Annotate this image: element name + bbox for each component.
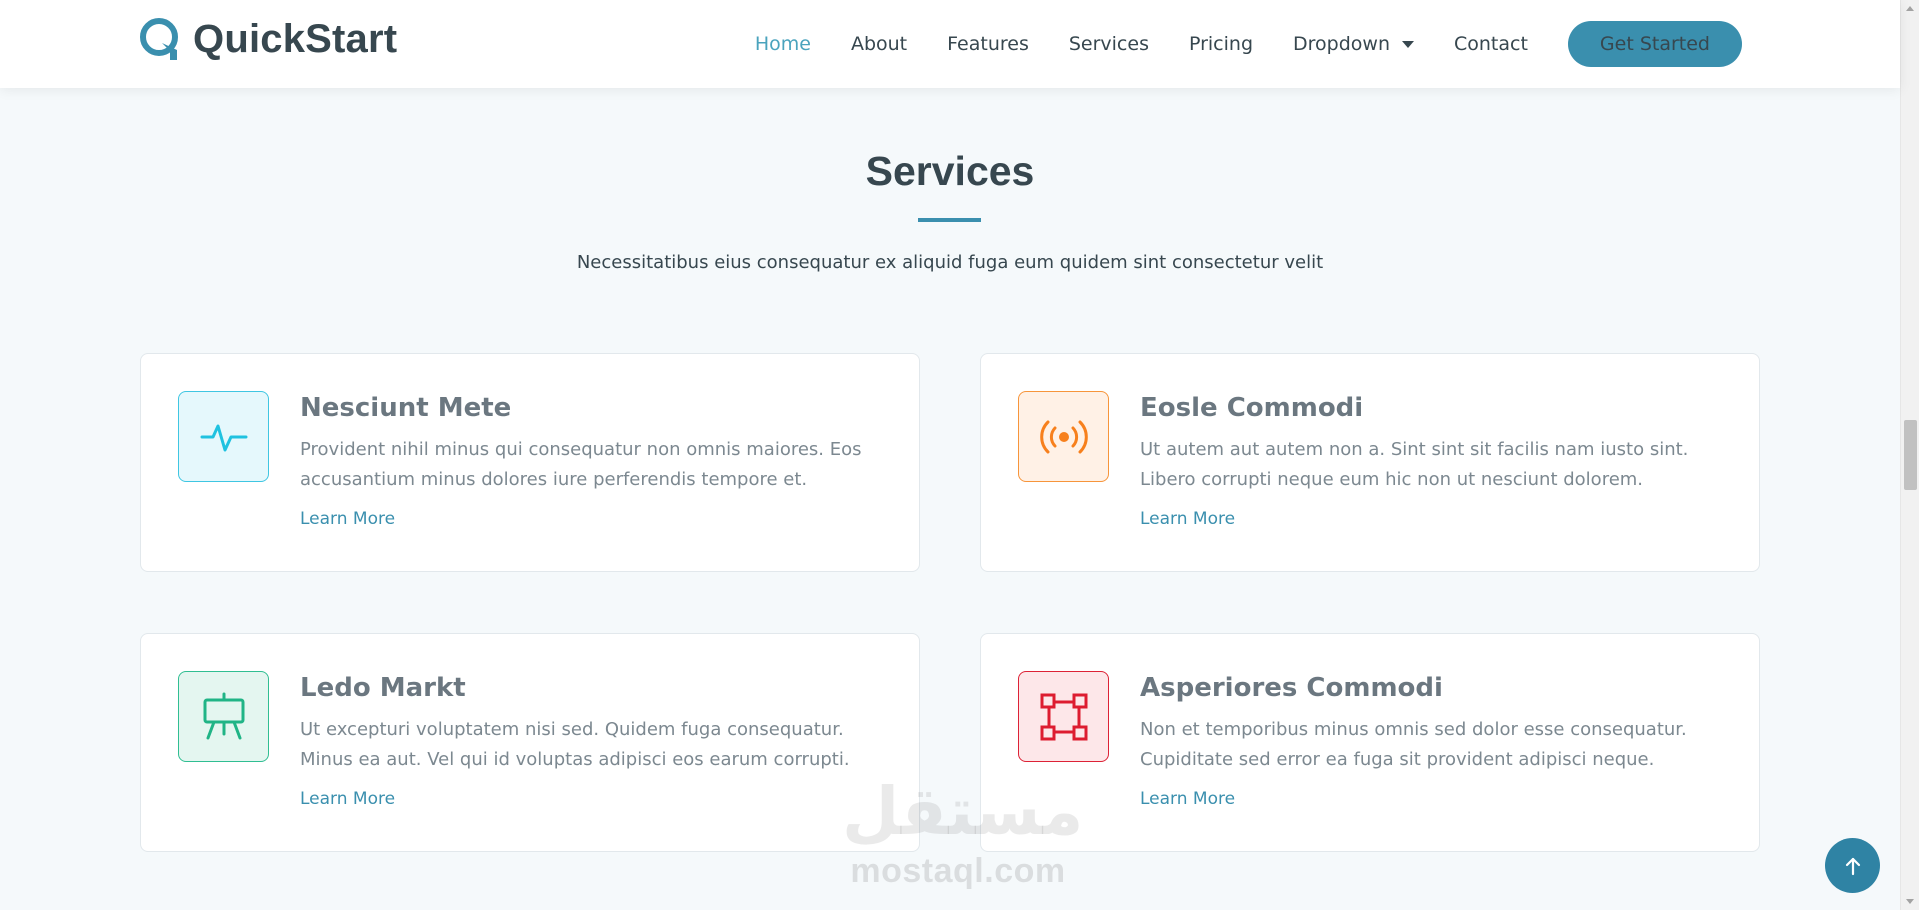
nav-services[interactable]: Services <box>1069 33 1149 55</box>
arrow-up-icon <box>1845 857 1860 875</box>
scroll-down-icon[interactable] <box>1906 899 1914 904</box>
section-subtitle: Necessitatibus eius consequatur ex aliqu… <box>576 252 1324 273</box>
main-nav: Home About Features Services Pricing Dro… <box>715 20 1742 68</box>
nav-dropdown-label: Dropdown <box>1293 33 1390 55</box>
activity-icon <box>200 424 247 451</box>
service-title: Asperiores Commodi <box>1140 673 1443 703</box>
learn-more-link[interactable]: Learn More <box>300 509 395 529</box>
site-header: QuickStart Home About Features Services … <box>0 0 1900 88</box>
service-card: Asperiores Commodi Non et temporibus min… <box>980 633 1760 852</box>
service-card: Ledo Markt Ut excepturi voluptatem nisi … <box>140 633 920 852</box>
scroll-thumb[interactable] <box>1904 420 1917 490</box>
broadcast-icon <box>1039 420 1088 453</box>
bounding-box-icon <box>1040 693 1087 740</box>
service-description: Ut autem aut autem non a. Sint sint sit … <box>1140 439 1689 490</box>
nav-home[interactable]: Home <box>755 33 811 55</box>
service-card: Nesciunt Mete Provident nihil minus qui … <box>140 353 920 572</box>
nav-features[interactable]: Features <box>947 33 1029 55</box>
section-title: Services <box>865 148 1035 194</box>
learn-more-link[interactable]: Learn More <box>1140 789 1235 809</box>
get-started-button[interactable]: Get Started <box>1567 21 1742 67</box>
nav-dropdown[interactable]: Dropdown <box>1293 33 1414 55</box>
service-description: Non et temporibus minus omnis sed dolor … <box>1140 719 1687 770</box>
service-card: Eosle Commodi Ut autem aut autem non a. … <box>980 353 1760 572</box>
watermark-arabic: مستقل <box>842 773 1084 850</box>
service-icon-box <box>1018 671 1109 762</box>
nav-about[interactable]: About <box>851 33 907 55</box>
scroll-up-icon[interactable] <box>1906 6 1914 11</box>
learn-more-link[interactable]: Learn More <box>300 789 395 809</box>
page-scrollbar[interactable] <box>1900 0 1919 910</box>
brand-name: QuickStart <box>193 16 398 61</box>
service-icon-box <box>178 671 269 762</box>
caret-down-icon <box>1402 40 1414 48</box>
service-icon-box <box>1018 391 1109 482</box>
service-description: Ut excepturi voluptatem nisi sed. Quidem… <box>300 719 850 770</box>
nav-pricing[interactable]: Pricing <box>1189 33 1253 55</box>
watermark-latin: mostaql.com <box>850 852 1066 890</box>
service-title: Nesciunt Mete <box>300 393 512 423</box>
service-description: Provident nihil minus qui consequatur no… <box>300 439 862 490</box>
service-title: Ledo Markt <box>300 673 466 703</box>
logo-q-icon <box>140 18 178 60</box>
nav-contact[interactable]: Contact <box>1454 33 1528 55</box>
back-to-top-button[interactable] <box>1825 838 1880 893</box>
easel-icon <box>203 692 244 739</box>
logo[interactable]: QuickStart <box>139 16 397 62</box>
service-title: Eosle Commodi <box>1140 393 1364 423</box>
service-icon-box <box>178 391 269 482</box>
learn-more-link[interactable]: Learn More <box>1140 509 1235 529</box>
title-underline <box>918 218 981 222</box>
